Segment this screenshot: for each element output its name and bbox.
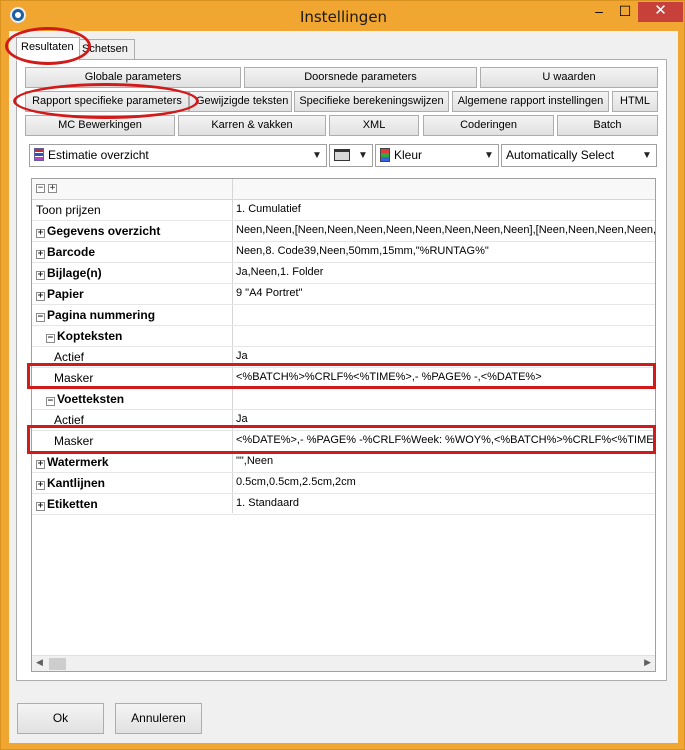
grid-row-name: + Etiketten bbox=[32, 494, 232, 514]
printer-icon bbox=[334, 149, 350, 161]
expand-icon[interactable]: + bbox=[36, 271, 45, 280]
chevron-down-icon: ▼ bbox=[358, 150, 368, 161]
grid-row[interactable]: − Voetteksten bbox=[32, 389, 655, 410]
grid-row-value[interactable]: "",Neen bbox=[234, 452, 655, 472]
auto-select-value: Automatically Select bbox=[506, 148, 615, 162]
grid-row-label: Actief bbox=[54, 350, 85, 364]
grid-row-value[interactable] bbox=[234, 305, 655, 325]
batch-button[interactable]: Batch bbox=[557, 115, 658, 136]
grid-row-value[interactable]: 9 "A4 Portret" bbox=[234, 284, 655, 304]
horizontal-scrollbar[interactable]: ◀ ▶ bbox=[32, 655, 655, 671]
expand-icon[interactable]: + bbox=[36, 460, 45, 469]
title-bar[interactable]: Instellingen – ☐ ✕ bbox=[1, 1, 685, 31]
grid-row[interactable]: + Kantlijnen 0.5cm,0.5cm,2.5cm,2cm bbox=[32, 473, 655, 494]
grid-row[interactable]: + Papier 9 "A4 Portret" bbox=[32, 284, 655, 305]
scroll-right-icon[interactable]: ▶ bbox=[644, 657, 651, 668]
chevron-down-icon: ▼ bbox=[642, 150, 652, 161]
grid-row-value[interactable] bbox=[234, 326, 655, 346]
expand-icon[interactable]: + bbox=[36, 292, 45, 301]
grid-header: − + bbox=[32, 179, 655, 200]
grid-row[interactable]: + Gegevens overzicht Neen,Neen,[Neen,Neen,… bbox=[32, 221, 655, 242]
grid-row-label: Etiketten bbox=[47, 497, 98, 511]
karren-vakken-button[interactable]: Karren & vakken bbox=[178, 115, 326, 136]
collapse-icon[interactable]: − bbox=[46, 334, 55, 343]
grid-row-name: + Kantlijnen bbox=[32, 473, 232, 493]
expand-icon[interactable]: + bbox=[36, 481, 45, 490]
grid-row[interactable]: Toon prijzen 1. Cumulatief bbox=[32, 200, 655, 221]
gewijzigde-teksten-button[interactable]: Gewijzigde teksten bbox=[189, 91, 292, 112]
collapse-icon[interactable]: − bbox=[46, 397, 55, 406]
algemene-rapport-instellingen-button[interactable]: Algemene rapport instellingen bbox=[452, 91, 609, 112]
grid-row-name: + Barcode bbox=[32, 242, 232, 262]
grid-row-name: + Bijlage(n) bbox=[32, 263, 232, 283]
report-icon bbox=[34, 148, 44, 161]
grid-row[interactable]: + Barcode Neen,8. Code39,Neen,50mm,15mm,"%… bbox=[32, 242, 655, 263]
grid-row-name: Toon prijzen bbox=[32, 200, 232, 220]
annuleren-button[interactable]: Annuleren bbox=[115, 703, 202, 734]
grid-row-value[interactable]: 1. Standaard bbox=[234, 494, 655, 514]
grid-row[interactable]: + Bijlage(n) Ja,Neen,1. Folder bbox=[32, 263, 655, 284]
grid-row-label: Pagina nummering bbox=[47, 308, 156, 322]
expand-icon[interactable]: + bbox=[36, 229, 45, 238]
auto-select[interactable]: Automatically Select ▼ bbox=[501, 144, 657, 167]
grid-row-label: Barcode bbox=[47, 245, 96, 259]
grid-row-value[interactable]: 0.5cm,0.5cm,2.5cm,2cm bbox=[234, 473, 655, 493]
color-select-value: Kleur bbox=[394, 148, 423, 162]
grid-row-value[interactable]: Neen,Neen,[Neen,Neen,Neen,Neen,Neen,Neen… bbox=[234, 221, 655, 241]
grid-row-label: Bijlage(n) bbox=[47, 266, 102, 280]
grid-row-label: Voetteksten bbox=[57, 392, 125, 406]
collapse-icon[interactable]: − bbox=[36, 313, 45, 322]
grid-row-label: Gegevens overzicht bbox=[47, 224, 161, 238]
expand-icon[interactable]: + bbox=[36, 502, 45, 511]
color-icon bbox=[380, 148, 390, 162]
report-select[interactable]: Estimatie overzicht ▼ bbox=[29, 144, 327, 167]
grid-row-label: Papier bbox=[47, 287, 84, 301]
u-waarden-button[interactable]: U waarden bbox=[480, 67, 658, 88]
xml-button[interactable]: XML bbox=[329, 115, 419, 136]
report-select-value: Estimatie overzicht bbox=[48, 148, 149, 162]
ok-button[interactable]: Ok bbox=[17, 703, 104, 734]
grid-row[interactable]: + Etiketten 1. Standaard bbox=[32, 494, 655, 515]
expand-all-icon[interactable]: + bbox=[48, 184, 57, 193]
coderingen-button[interactable]: Coderingen bbox=[423, 115, 554, 136]
grid-row-value[interactable]: Neen,8. Code39,Neen,50mm,15mm,"%RUNTAG%" bbox=[234, 242, 655, 262]
expand-icon[interactable]: + bbox=[36, 250, 45, 259]
grid-row[interactable]: + Watermerk "",Neen bbox=[32, 452, 655, 473]
grid-row-label: Watermerk bbox=[47, 455, 109, 469]
grid-row-label: Kopteksten bbox=[57, 329, 123, 343]
scrollbar-thumb[interactable] bbox=[49, 658, 66, 670]
grid-row-label: Kantlijnen bbox=[47, 476, 106, 490]
window-title: Instellingen bbox=[299, 8, 388, 26]
specifieke-berekeningswijzen-button[interactable]: Specifieke berekeningswijzen bbox=[294, 91, 449, 112]
chevron-down-icon: ▼ bbox=[484, 150, 494, 161]
grid-row-label: Toon prijzen bbox=[36, 203, 101, 217]
grid-row-value[interactable] bbox=[234, 389, 655, 409]
html-button[interactable]: HTML bbox=[612, 91, 658, 112]
grid-row-value[interactable]: 1. Cumulatief bbox=[234, 200, 655, 220]
highlight-masker-kopteksten bbox=[27, 363, 656, 389]
grid-row[interactable]: − Kopteksten bbox=[32, 326, 655, 347]
doorsnede-parameters-button[interactable]: Doorsnede parameters bbox=[244, 67, 477, 88]
color-select[interactable]: Kleur ▼ bbox=[375, 144, 499, 167]
grid-row-name: + Gegevens overzicht bbox=[32, 221, 232, 241]
grid-row[interactable]: − Pagina nummering bbox=[32, 305, 655, 326]
close-button[interactable]: ✕ bbox=[638, 2, 683, 22]
grid-row-name: + Papier bbox=[32, 284, 232, 304]
grid-row-value[interactable]: Ja,Neen,1. Folder bbox=[234, 263, 655, 283]
grid-row-name: − Voetteksten bbox=[32, 389, 232, 409]
highlight-rapport-button bbox=[13, 83, 199, 119]
highlight-tab-resultaten bbox=[5, 27, 91, 65]
printer-select[interactable]: ▼ bbox=[329, 144, 373, 167]
highlight-masker-voettekst bbox=[27, 425, 656, 454]
grid-row-name: − Kopteksten bbox=[32, 326, 232, 346]
collapse-all-icon[interactable]: − bbox=[36, 184, 45, 193]
minimize-button[interactable]: – bbox=[586, 2, 612, 22]
chevron-down-icon: ▼ bbox=[312, 150, 322, 161]
maximize-button[interactable]: ☐ bbox=[612, 2, 638, 22]
grid-row-name: − Pagina nummering bbox=[32, 305, 232, 325]
grid-row-name: + Watermerk bbox=[32, 452, 232, 472]
scroll-left-icon[interactable]: ◀ bbox=[36, 657, 43, 668]
